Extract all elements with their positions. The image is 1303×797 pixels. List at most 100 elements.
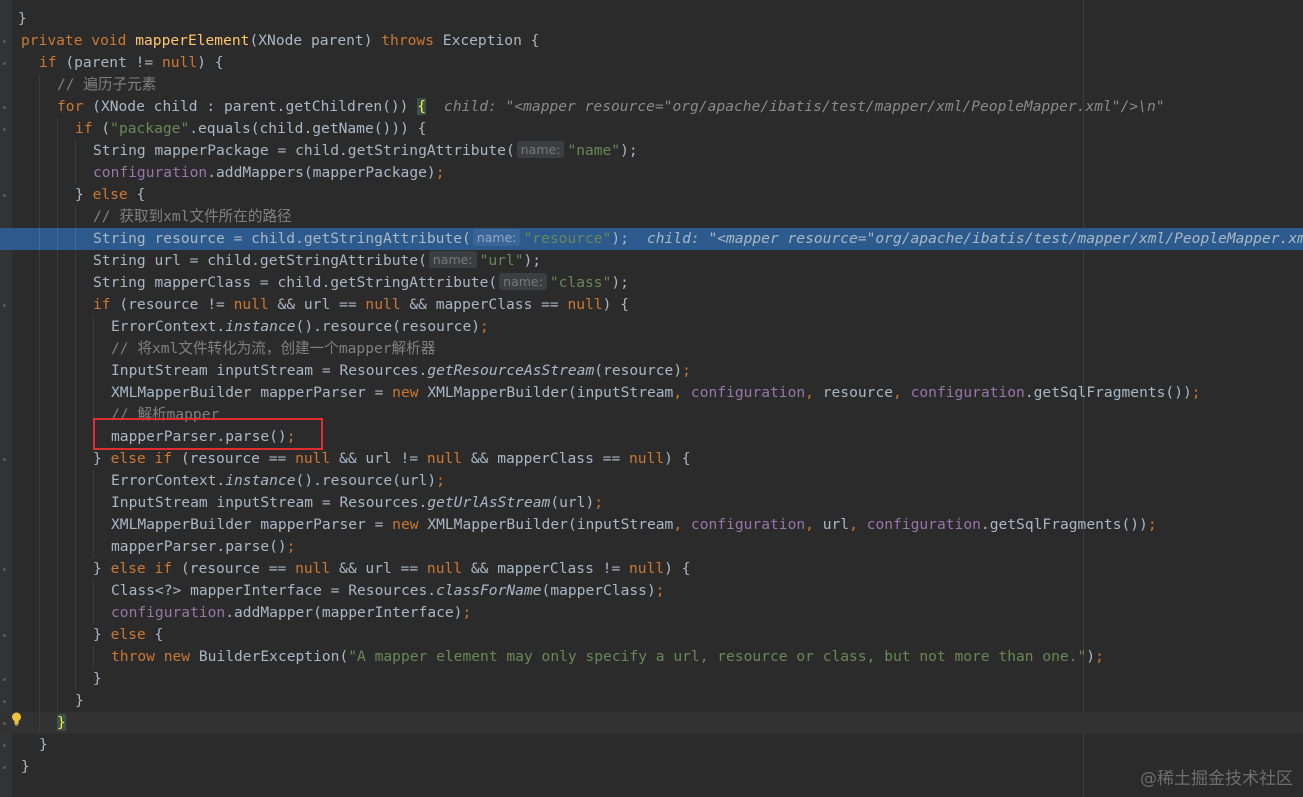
code-text: } else { [75, 184, 145, 206]
indent-guide [57, 690, 58, 712]
code-line-resource-line[interactable]: String resource = child.getStringAttribu… [0, 228, 1303, 250]
code-token: { [417, 98, 427, 115]
debug-inline-value: child: "<mapper resource="org/apache/iba… [444, 98, 1165, 115]
fold-marker-icon[interactable] [3, 458, 6, 461]
indent-guide [57, 580, 58, 602]
code-text: String mapperClass = child.getStringAttr… [93, 272, 629, 294]
code-line-else-if-url[interactable]: } else if (resource == null && url != nu… [0, 448, 1303, 470]
fold-marker-icon[interactable] [3, 194, 6, 197]
code-text: // 获取到xml文件所在的路径 [93, 206, 292, 228]
indent-guide [75, 162, 76, 184]
fold-marker-icon[interactable] [3, 722, 6, 725]
indent-guide [75, 294, 76, 316]
indent-guide [57, 668, 58, 690]
code-token: (resource == [180, 450, 296, 467]
lightbulb-icon[interactable] [11, 712, 22, 726]
code-line-if-resource[interactable]: if (resource != null && url == null && m… [0, 294, 1303, 316]
fold-marker-icon[interactable] [3, 40, 6, 43]
indent-guide [57, 162, 58, 184]
code-line-builder-1[interactable]: XMLMapperBuilder mapperParser = new XMLM… [0, 382, 1303, 404]
indent-guide [93, 360, 94, 382]
code-text: configuration.addMapper(mapperInterface)… [111, 602, 471, 624]
code-text: Class<?> mapperInterface = Resources.cla… [111, 580, 665, 602]
code-token: (url) [550, 494, 595, 511]
indent-guide [39, 206, 40, 228]
code-token: } [93, 450, 111, 467]
code-line-add-mappers[interactable]: configuration.addMappers(mapperPackage); [0, 162, 1303, 184]
indent-guide [39, 690, 40, 712]
code-line-top[interactable]: } [0, 8, 1303, 30]
fold-marker-icon[interactable] [3, 62, 6, 65]
code-lines[interactable]: } private void mapperElement(XNode parent… [0, 8, 1303, 778]
highlight-annotation-box [93, 418, 323, 450]
indent-guide [57, 624, 58, 646]
code-line-builder-2[interactable]: XMLMapperBuilder mapperParser = new XMLM… [0, 514, 1303, 536]
code-line-else-2[interactable]: } else { [0, 624, 1303, 646]
code-line-close-for[interactable]: } [0, 712, 1303, 734]
indent-guide [39, 272, 40, 294]
code-token: ; [1095, 648, 1104, 665]
code-line-error-context-1[interactable]: ErrorContext.instance().resource(resourc… [0, 316, 1303, 338]
code-token: && url == [277, 296, 366, 313]
fold-marker-icon[interactable] [3, 700, 6, 703]
code-token: null [426, 560, 471, 577]
code-line-comment-stream[interactable]: // 将xml文件转化为流，创建一个mapper解析器 [0, 338, 1303, 360]
code-editor[interactable]: } private void mapperElement(XNode parent… [0, 0, 1303, 797]
code-text: // 遍历子元素 [57, 74, 156, 96]
code-line-close-1[interactable]: } [0, 668, 1303, 690]
indent-guide [93, 382, 94, 404]
indent-guide [75, 140, 76, 162]
code-line-class-line[interactable]: String mapperClass = child.getStringAttr… [0, 272, 1303, 294]
code-token: ().resource(url) [295, 472, 437, 489]
code-line-url-line[interactable]: String url = child.getStringAttribute(na… [0, 250, 1303, 272]
code-line-error-context-2[interactable]: ErrorContext.instance().resource(url); [0, 470, 1303, 492]
indent-guide [75, 646, 76, 668]
code-line-parse-2[interactable]: mapperParser.parse(); [0, 536, 1303, 558]
indent-guide [75, 624, 76, 646]
fold-marker-icon[interactable] [3, 744, 6, 747]
indent-guide [39, 228, 40, 250]
code-token: null [162, 54, 198, 71]
code-line-else-if-class[interactable]: } else if (resource == null && url == nu… [0, 558, 1303, 580]
code-text: for (XNode child : parent.getChildren())… [57, 96, 1165, 118]
code-line-mapper-package[interactable]: String mapperPackage = child.getStringAt… [0, 140, 1303, 162]
code-token: String mapperClass = child.getStringAttr… [93, 274, 498, 291]
code-line-comment-iterate[interactable]: // 遍历子元素 [0, 74, 1303, 96]
code-token: ) [1086, 648, 1096, 665]
code-line-if-parent[interactable]: if (parent != null) { [0, 52, 1303, 74]
code-line-comment-path[interactable]: // 获取到xml文件所在的路径 [0, 206, 1303, 228]
code-token: if [93, 296, 120, 313]
indent-guide [57, 448, 58, 470]
code-text: if (resource != null && url == null && m… [93, 294, 629, 316]
fold-marker-icon[interactable] [3, 634, 6, 637]
code-token: // 将xml文件转化为流，创建一个mapper解析器 [111, 340, 436, 357]
code-text: mapperParser.parse(); [111, 536, 296, 558]
code-token: resource [822, 384, 894, 401]
fold-marker-icon[interactable] [3, 106, 6, 109]
code-line-method-decl[interactable]: private void mapperElement(XNode parent)… [0, 30, 1303, 52]
fold-marker-icon[interactable] [3, 304, 6, 307]
fold-marker-icon[interactable] [3, 678, 6, 681]
code-line-for-loop[interactable]: for (XNode child : parent.getChildren())… [0, 96, 1303, 118]
code-text: } else if (resource == null && url == nu… [93, 558, 691, 580]
fold-marker-icon[interactable] [3, 128, 6, 131]
code-line-input-stream-2[interactable]: InputStream inputStream = Resources.getU… [0, 492, 1303, 514]
code-line-throw-line[interactable]: throw new BuilderException("A mapper ele… [0, 646, 1303, 668]
code-line-input-stream-1[interactable]: InputStream inputStream = Resources.getR… [0, 360, 1303, 382]
code-line-add-mapper[interactable]: configuration.addMapper(mapperInterface)… [0, 602, 1303, 624]
code-token: .equals(child.getName())) { [189, 120, 427, 137]
code-token: mapperElement [135, 32, 250, 49]
code-line-close-2[interactable]: } [0, 690, 1303, 712]
indent-guide [75, 360, 76, 382]
code-text: // 将xml文件转化为流，创建一个mapper解析器 [111, 338, 435, 360]
code-line-if-package[interactable]: if ("package".equals(child.getName())) { [0, 118, 1303, 140]
debug-inline-value: child: "<mapper resource="org/apache/iba… [646, 230, 1303, 247]
code-text: if (parent != null) { [39, 52, 224, 74]
fold-marker-icon[interactable] [3, 766, 6, 769]
code-line-class-for-name[interactable]: Class<?> mapperInterface = Resources.cla… [0, 580, 1303, 602]
code-token: configuration [690, 384, 806, 401]
fold-marker-icon[interactable] [3, 568, 6, 571]
code-line-else-1[interactable]: } else { [0, 184, 1303, 206]
code-line-close-if[interactable]: } [0, 734, 1303, 756]
code-line-close-method[interactable]: } [0, 756, 1303, 778]
